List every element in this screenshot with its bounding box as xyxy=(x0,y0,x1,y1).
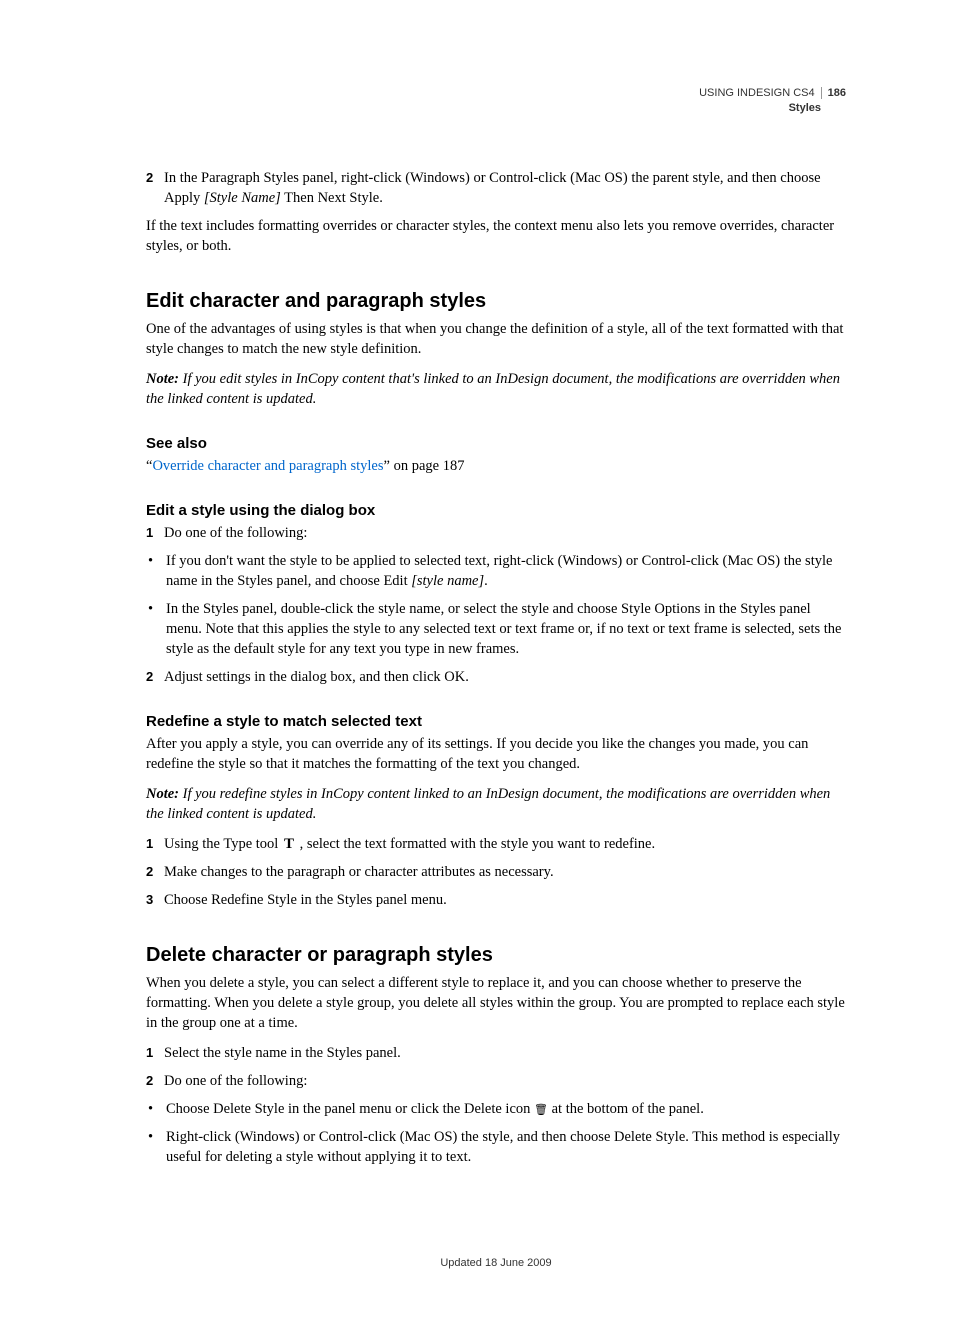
numbered-step: 1 Do one of the following: xyxy=(146,523,846,543)
cross-reference-link[interactable]: Override character and paragraph styles xyxy=(152,458,383,474)
step-body: In the Paragraph Styles panel, right-cli… xyxy=(164,168,846,208)
numbered-step: 2 Adjust settings in the dialog box, and… xyxy=(146,667,846,687)
step-marker: 2 xyxy=(146,667,164,687)
note-paragraph: Note: If you redefine styles in InCopy c… xyxy=(146,784,846,824)
header-product: USING INDESIGN CS4 xyxy=(699,86,815,101)
numbered-step: 1 Using the Type tool T , select the tex… xyxy=(146,834,846,855)
note-label: Note: xyxy=(146,371,183,387)
step-body: Make changes to the paragraph or charact… xyxy=(164,862,846,882)
numbered-step: 2 In the Paragraph Styles panel, right-c… xyxy=(146,168,846,208)
bullet-marker: • xyxy=(146,599,166,659)
bullet-marker: • xyxy=(146,1099,166,1119)
step-marker: 1 xyxy=(146,1043,164,1063)
body-paragraph: One of the advantages of using styles is… xyxy=(146,319,846,359)
step-marker: 1 xyxy=(146,834,164,855)
section-heading: Delete character or paragraph styles xyxy=(146,944,846,967)
note-text: If you redefine styles in InCopy content… xyxy=(146,786,830,822)
bullet-marker: • xyxy=(146,551,166,591)
note-label: Note: xyxy=(146,786,183,802)
see-also-link-line: “Override character and paragraph styles… xyxy=(146,456,846,476)
page-footer: Updated 18 June 2009 xyxy=(146,1257,846,1269)
numbered-step: 1 Select the style name in the Styles pa… xyxy=(146,1043,846,1063)
numbered-step: 2 Make changes to the paragraph or chara… xyxy=(146,862,846,882)
step-body: Do one of the following: xyxy=(164,1071,846,1091)
section-heading: Edit character and paragraph styles xyxy=(146,290,846,313)
bullet-body: Choose Delete Style in the panel menu or… xyxy=(166,1099,846,1119)
step-marker: 3 xyxy=(146,890,164,910)
step-body: Do one of the following: xyxy=(164,523,846,543)
step-body: Select the style name in the Styles pane… xyxy=(164,1043,846,1063)
numbered-step: 2 Do one of the following: xyxy=(146,1071,846,1091)
bullet-item: • Right-click (Windows) or Control-click… xyxy=(146,1127,846,1167)
bullet-body: If you don't want the style to be applie… xyxy=(166,551,846,591)
step-body: Choose Redefine Style in the Styles pane… xyxy=(164,890,846,910)
page-header: USING INDESIGN CS4 186 Styles xyxy=(146,86,846,116)
bullet-body: Right-click (Windows) or Control-click (… xyxy=(166,1127,846,1167)
step-marker: 2 xyxy=(146,168,164,208)
numbered-step: 3 Choose Redefine Style in the Styles pa… xyxy=(146,890,846,910)
body-paragraph: If the text includes formatting override… xyxy=(146,216,846,256)
header-section: Styles xyxy=(146,101,846,116)
step-marker: 1 xyxy=(146,523,164,543)
step-marker: 2 xyxy=(146,1071,164,1091)
bullet-item: • In the Styles panel, double-click the … xyxy=(146,599,846,659)
note-paragraph: Note: If you edit styles in InCopy conte… xyxy=(146,369,846,409)
step-body: Adjust settings in the dialog box, and t… xyxy=(164,667,846,687)
delete-trash-icon: 🗑 xyxy=(534,1103,548,1118)
subsection-heading: Redefine a style to match selected text xyxy=(146,713,846,730)
bullet-item: • If you don't want the style to be appl… xyxy=(146,551,846,591)
document-page: USING INDESIGN CS4 186 Styles 2 In the Pa… xyxy=(0,0,954,1329)
step-body: Using the Type tool T , select the text … xyxy=(164,834,846,855)
note-text: If you edit styles in InCopy content tha… xyxy=(146,371,840,407)
body-paragraph: When you delete a style, you can select … xyxy=(146,973,846,1033)
type-tool-icon: T xyxy=(282,834,296,855)
body-paragraph: After you apply a style, you can overrid… xyxy=(146,734,846,774)
bullet-item: • Choose Delete Style in the panel menu … xyxy=(146,1099,846,1119)
page-number: 186 xyxy=(821,87,846,99)
bullet-marker: • xyxy=(146,1127,166,1167)
subsection-heading: Edit a style using the dialog box xyxy=(146,502,846,519)
see-also-heading: See also xyxy=(146,435,846,452)
bullet-body: In the Styles panel, double-click the st… xyxy=(166,599,846,659)
step-marker: 2 xyxy=(146,862,164,882)
